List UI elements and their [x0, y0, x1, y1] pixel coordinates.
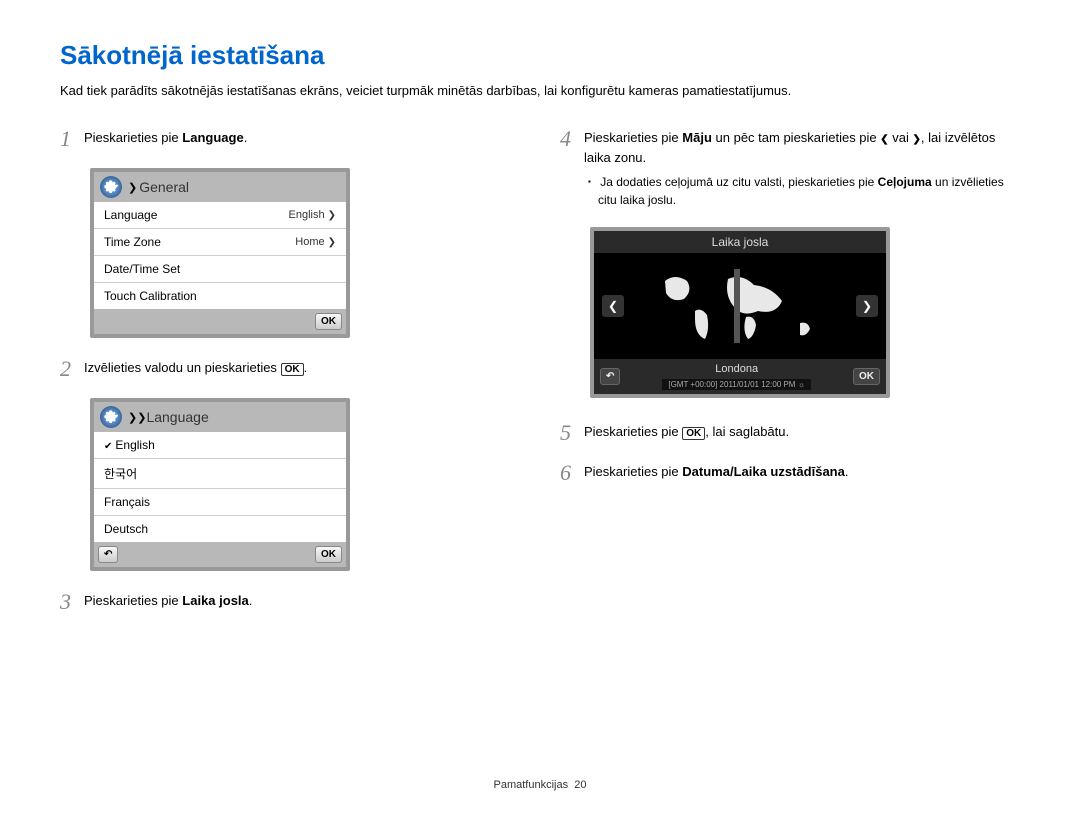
step-3: 3 Pieskarieties pie Laika josla. [60, 591, 520, 613]
chevron-right-icon: ❯ [328, 237, 336, 248]
step-text: vai [889, 130, 913, 145]
step-4: 4 Pieskarieties pie Māju un pēc tam pies… [560, 128, 1020, 209]
timezone-gmt: [GMT +00:00] 2011/01/01 12:00 PM ☼ [662, 379, 811, 390]
ok-button[interactable]: OK [853, 368, 880, 385]
ok-inline-icon: OK [682, 427, 705, 440]
row-label: Date/Time Set [104, 262, 180, 276]
next-button[interactable]: ❯ [856, 295, 878, 317]
step-text: Pieskarieties pie [84, 593, 182, 608]
language-item-english[interactable]: ✔English [94, 432, 346, 459]
back-button[interactable]: ↶ [600, 368, 620, 385]
row-label: Time Zone [104, 235, 161, 249]
row-value: Home [295, 236, 324, 248]
step-text: . [845, 464, 849, 479]
row-label: English [115, 438, 154, 452]
page-footer: Pamatfunkcijas 20 [0, 779, 1080, 791]
menu-item-datetime[interactable]: Date/Time Set [94, 256, 346, 283]
step-note: Ja dodaties ceļojumā uz citu valsti, pie… [584, 173, 1020, 209]
language-item-francais[interactable]: Français [94, 489, 346, 516]
gear-icon [100, 176, 122, 198]
ok-inline-icon: OK [281, 363, 304, 376]
left-column: 1 Pieskarieties pie Language. ❯ General … [60, 128, 520, 631]
back-button[interactable]: ↶ [98, 546, 118, 563]
gear-icon [100, 406, 122, 428]
screenshot-general: ❯ General Language English❯ Time Zone Ho… [90, 168, 350, 338]
row-label: Touch Calibration [104, 289, 197, 303]
row-label: 한국어 [104, 465, 137, 482]
right-column: 4 Pieskarieties pie Māju un pēc tam pies… [560, 128, 1020, 631]
world-map [650, 261, 830, 351]
screenshot-title: Laika josla [594, 231, 886, 253]
step-1: 1 Pieskarieties pie Language. [60, 128, 520, 150]
step-number: 3 [60, 591, 84, 613]
step-number: 2 [60, 358, 84, 380]
step-text: Pieskarieties pie [584, 424, 682, 439]
step-bold: Language [182, 130, 243, 145]
step-bold: Māju [682, 130, 712, 145]
step-text: Pieskarieties pie [584, 130, 682, 145]
language-item-deutsch[interactable]: Deutsch [94, 516, 346, 542]
step-5: 5 Pieskarieties pie OK, lai saglabātu. [560, 422, 1020, 444]
menu-item-language[interactable]: Language English❯ [94, 202, 346, 229]
language-item-korean[interactable]: 한국어 [94, 459, 346, 489]
step-bold: Laika josla [182, 593, 248, 608]
chevron-right-icon: ❯ [328, 210, 336, 221]
timezone-city: Londona [620, 363, 853, 375]
check-icon: ✔ [104, 441, 112, 452]
step-bold: Datuma/Laika uzstādīšana [682, 464, 845, 479]
chevron-right-icon: ❯ [128, 181, 137, 194]
ok-button[interactable]: OK [315, 313, 342, 330]
step-text: , lai saglabātu. [705, 424, 789, 439]
menu-item-touch-cal[interactable]: Touch Calibration [94, 283, 346, 309]
chevron-right-icon: ❯❯ [128, 411, 146, 424]
step-text: un pēc tam pieskarieties pie [712, 130, 880, 145]
prev-button[interactable]: ❮ [602, 295, 624, 317]
screenshot-title: General [139, 179, 189, 195]
row-label: Français [104, 495, 150, 509]
intro-text: Kad tiek parādīts sākotnējās iestatīšana… [60, 83, 1020, 98]
step-number: 6 [560, 462, 584, 484]
chevron-left-icon: ❮ [880, 134, 888, 145]
screenshot-header: ❯ General [94, 172, 346, 202]
step-2: 2 Izvēlieties valodu un pieskarieties OK… [60, 358, 520, 380]
columns: 1 Pieskarieties pie Language. ❯ General … [60, 128, 1020, 631]
step-number: 4 [560, 128, 584, 209]
step-text: Izvēlieties valodu un pieskarieties [84, 360, 281, 375]
chevron-right-icon: ❯ [913, 134, 921, 145]
step-text: Pieskarieties pie [84, 130, 182, 145]
step-number: 5 [560, 422, 584, 444]
screenshot-language: ❯❯ Language ✔English 한국어 Français Deutsc… [90, 398, 350, 571]
step-text: . [244, 130, 248, 145]
row-label: Language [104, 208, 157, 222]
step-text: Pieskarieties pie [584, 464, 682, 479]
screenshot-header: ❯❯ Language [94, 402, 346, 432]
menu-item-timezone[interactable]: Time Zone Home ❯ [94, 229, 346, 256]
ok-button[interactable]: OK [315, 546, 342, 563]
step-number: 1 [60, 128, 84, 150]
screenshot-timezone: Laika josla ❮ ❯ ↶ Londona [GMT +00:00] 2… [590, 227, 890, 398]
step-text: . [304, 360, 308, 375]
step-6: 6 Pieskarieties pie Datuma/Laika uzstādī… [560, 462, 1020, 484]
row-label: Deutsch [104, 522, 148, 536]
screenshot-title: Language [146, 409, 208, 425]
step-text: . [249, 593, 253, 608]
row-value: English [289, 209, 325, 221]
page-title: Sākotnējā iestatīšana [60, 40, 1020, 71]
